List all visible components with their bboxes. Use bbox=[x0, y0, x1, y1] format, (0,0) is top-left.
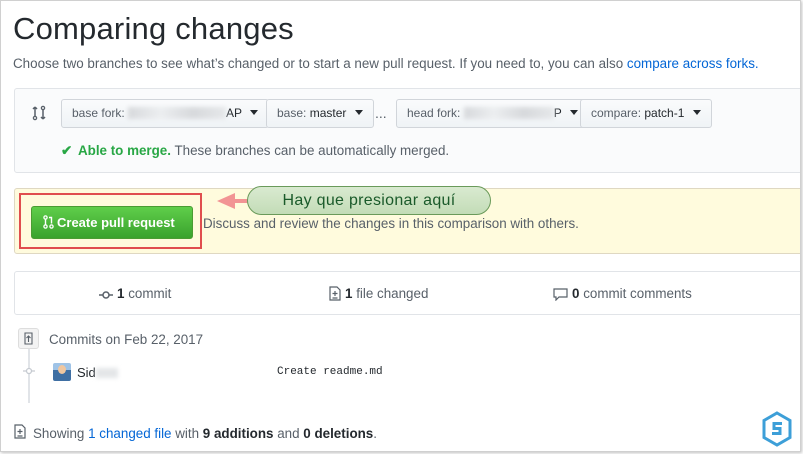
create-pull-request-label: Create pull request bbox=[57, 215, 175, 230]
merge-status-label: Able to merge. bbox=[77, 143, 171, 158]
files-label: file changed bbox=[356, 286, 429, 301]
base-branch-label: base: bbox=[277, 106, 307, 120]
head-fork-select[interactable]: head fork: P bbox=[396, 99, 589, 128]
repo-push-icon bbox=[18, 328, 39, 349]
avatar[interactable] bbox=[53, 363, 71, 381]
merge-status: ✔ Able to merge. These branches can be a… bbox=[61, 143, 449, 159]
git-compare-icon bbox=[32, 105, 46, 121]
additions-count: 9 additions bbox=[202, 426, 274, 441]
page-subtitle: Choose two branches to see what’s change… bbox=[13, 56, 759, 71]
base-fork-value: AP bbox=[226, 106, 242, 120]
subtitle-text: Choose two branches to see what’s change… bbox=[13, 56, 624, 71]
watermark-logo-icon bbox=[762, 411, 792, 447]
summary-period: . bbox=[373, 426, 377, 441]
base-branch-select[interactable]: base: master bbox=[266, 99, 374, 128]
compare-branch-label: compare: bbox=[591, 106, 642, 120]
head-fork-redacted bbox=[463, 107, 554, 119]
base-branch-value: master bbox=[309, 106, 347, 120]
summary-prefix: Showing bbox=[33, 426, 85, 441]
compare-range-editor: base fork: AP base: master ... head fork… bbox=[14, 88, 800, 173]
diff-summary: Showing 1 changed file with 9 additions … bbox=[33, 426, 377, 441]
chevron-down-icon bbox=[354, 110, 363, 115]
create-pull-request-button[interactable]: Create pull request bbox=[31, 206, 193, 239]
file-diff-icon bbox=[14, 424, 26, 439]
base-fork-label: base fork: bbox=[72, 106, 125, 120]
compare-branch-value: patch-1 bbox=[644, 106, 685, 120]
check-icon: ✔ bbox=[61, 143, 73, 158]
commit-icon bbox=[99, 291, 113, 299]
chevron-down-icon bbox=[692, 110, 701, 115]
comments-label: commit comments bbox=[583, 286, 692, 301]
head-fork-label: head fork: bbox=[407, 106, 461, 120]
merge-status-detail: These branches can be automatically merg… bbox=[174, 143, 450, 158]
annotation-arrow-icon bbox=[217, 193, 235, 209]
deletions-count: 0 deletions bbox=[303, 426, 374, 441]
comparison-stats: 1 commit 1 file changed 0 commit comment… bbox=[14, 271, 800, 315]
file-diff-icon bbox=[329, 286, 341, 301]
summary-and: and bbox=[277, 426, 300, 441]
base-fork-redacted bbox=[128, 107, 227, 119]
summary-with: with bbox=[175, 426, 200, 441]
range-dots: ... bbox=[375, 105, 387, 121]
commits-count: 1 bbox=[117, 286, 125, 301]
stat-files[interactable]: 1 file changed bbox=[329, 286, 428, 301]
annotation-callout: Hay que presionar aquí bbox=[247, 186, 491, 215]
files-count: 1 bbox=[345, 286, 353, 301]
chevron-down-icon bbox=[250, 110, 259, 115]
stat-commits[interactable]: 1 commit bbox=[99, 286, 171, 301]
stat-comments[interactable]: 0 commit comments bbox=[553, 286, 692, 302]
comment-icon bbox=[553, 288, 568, 302]
commits-date-heading: Commits on Feb 22, 2017 bbox=[49, 332, 204, 347]
base-fork-select[interactable]: base fork: AP bbox=[61, 99, 270, 128]
commit-message[interactable]: Create readme.md bbox=[277, 366, 383, 378]
comments-count: 0 bbox=[572, 286, 580, 301]
commit-author[interactable]: Sid bbox=[77, 365, 118, 380]
commits-label: commit bbox=[128, 286, 172, 301]
compare-branch-select[interactable]: compare: patch-1 bbox=[580, 99, 712, 128]
compare-across-forks-link[interactable]: compare across forks. bbox=[627, 56, 759, 71]
changed-files-link[interactable]: 1 changed file bbox=[88, 426, 171, 441]
head-fork-value: P bbox=[553, 106, 562, 120]
page-frame: Comparing changes Choose two branches to… bbox=[0, 0, 801, 452]
chevron-down-icon bbox=[569, 110, 578, 115]
author-redacted bbox=[95, 368, 118, 378]
create-pr-description: Discuss and review the changes in this c… bbox=[203, 216, 579, 231]
commit-node-icon bbox=[23, 367, 35, 375]
pull-request-icon bbox=[43, 215, 54, 229]
page-title: Comparing changes bbox=[13, 11, 294, 46]
